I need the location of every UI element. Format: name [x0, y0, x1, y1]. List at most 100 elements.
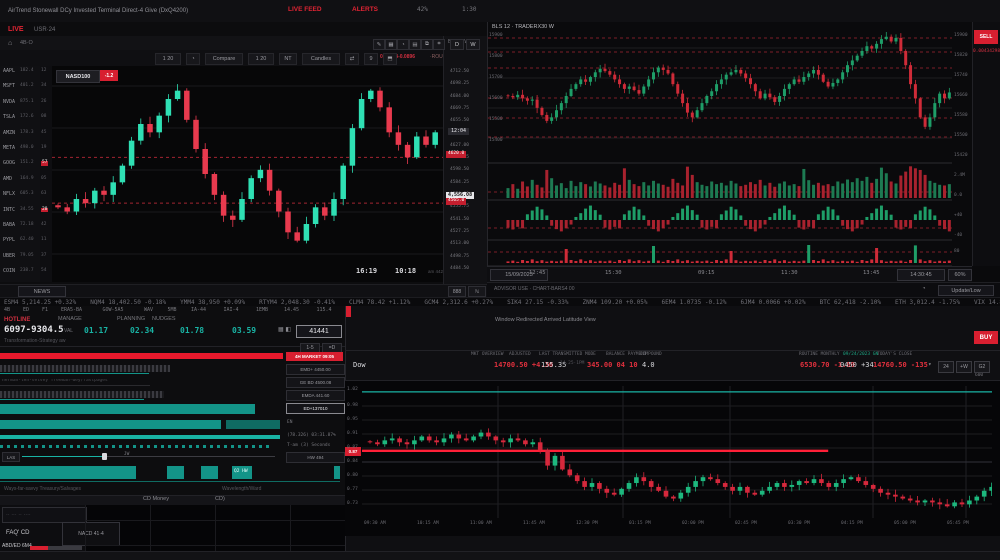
update-low-button[interactable]: Update/Low [938, 285, 994, 296]
bar-row-label-box[interactable]: GE BD 4500.08 [286, 377, 345, 388]
watchlist-symbol[interactable]: AAPL [3, 69, 15, 74]
watchlist-value: 605.3 [20, 192, 34, 197]
bl-toolbar-item-7[interactable]: IA-44 [191, 308, 206, 313]
corner-box-0[interactable]: 888 [448, 286, 466, 297]
dotted-bar [0, 445, 269, 448]
mini-scale-value: 19 [41, 146, 46, 151]
br-quote-value-5: 4.0 [642, 362, 655, 369]
watchlist-value: 498.0 [20, 146, 34, 151]
bl-toolbar-item-11[interactable]: 115.4 [317, 308, 332, 313]
chevron-down-icon[interactable]: ▾ [928, 362, 932, 368]
watchlist-symbol[interactable]: META [3, 146, 15, 151]
bl-input-field[interactable]: ·· ··· ·· ···· [2, 507, 87, 523]
bl-planning-label[interactable]: PLANNING [117, 317, 145, 323]
bl-toolbar-item-1[interactable]: ED [23, 308, 29, 313]
news-button[interactable]: NEWS [18, 286, 66, 297]
bl-manage-label[interactable]: MANAGE [58, 317, 82, 323]
segment-bar-0 [0, 466, 136, 479]
chart-tool-button-5[interactable]: Candles [302, 53, 340, 65]
watchlist-symbol[interactable]: UBER [3, 254, 15, 259]
watchlist-symbol[interactable]: PYPL [3, 238, 15, 243]
bl-nudges-label[interactable]: NUDGES [152, 317, 176, 323]
toolbar-icon-0[interactable]: ✎ [373, 39, 385, 50]
bl-th-1[interactable]: CD Money [143, 497, 169, 503]
toolbar-icon-3[interactable]: ▤ [409, 39, 421, 50]
bl-hotline-label[interactable]: HOTLINE [4, 317, 30, 323]
chart-tool-button-2[interactable]: Compare [205, 53, 243, 65]
watchlist-symbol[interactable]: COIN [3, 269, 15, 274]
menu-live-feed[interactable]: LIVE FEED [288, 7, 322, 14]
bar-row-label-box[interactable]: EMDA 441.60 [286, 390, 345, 401]
br-chart-canvas[interactable] [362, 386, 992, 518]
bl-toolbar-item-8[interactable]: IAI-4 [224, 308, 239, 313]
home-icon[interactable]: ⌂ [8, 40, 12, 47]
watchlist-symbol[interactable]: NVDA [3, 100, 15, 105]
br-icon-box-0[interactable]: 24 [938, 361, 954, 373]
segment-bar-4 [334, 466, 340, 479]
bl-toolbar-item-5[interactable]: WAV [144, 308, 153, 313]
watchlist-symbol[interactable]: TSLA [3, 115, 15, 120]
watchlist-symbol[interactable]: NFLX [3, 192, 15, 197]
mini-scale-value: 12 [41, 69, 46, 74]
sub-bar [0, 22, 487, 37]
mini-scale-value: 42 [41, 223, 46, 228]
br-x-label: 11:45 AM [523, 522, 545, 527]
bl-sub-box[interactable]: NACD 41·4 [62, 522, 120, 546]
bl-toolbar-item-9[interactable]: 1EMB [256, 308, 268, 313]
price-scale-value: 4655.50 [450, 119, 469, 124]
chart-tool-button-4[interactable]: NT [279, 53, 297, 65]
br-x-label: 09:30 AM [364, 522, 386, 527]
br-icon-box-1[interactable]: +W [956, 361, 972, 373]
toolbar-icon-2[interactable]: ◔ [397, 39, 409, 50]
time-box[interactable]: 14:30:45 [897, 269, 945, 281]
bl-quote-icons[interactable]: ▦ ◧ [278, 327, 291, 333]
bl-sub-box-label: NACD 41·4 [78, 531, 104, 537]
alert-bar [0, 353, 283, 359]
br-y-label: 0.84 [347, 460, 358, 465]
chart-tool-button-6[interactable]: ⇄ [345, 53, 359, 65]
bl-th-2[interactable]: CD) [215, 497, 225, 503]
bl-toolbar-item-4[interactable]: GOW-5A5 [103, 308, 124, 313]
toolbar-icon-1[interactable]: ▦ [385, 39, 397, 50]
buy-button[interactable]: BUY [974, 331, 998, 344]
chart-tool-button-8[interactable]: ⬒ [383, 53, 397, 65]
bl-toolbar-item-10[interactable]: 14.45 [284, 308, 299, 313]
bl-toolbar-item-3[interactable]: ERA5-BA [61, 308, 82, 313]
toolbar-icon-5[interactable]: ⌗ [433, 39, 445, 50]
mini-scale-value: 28 [41, 208, 48, 213]
br-quote-value-8: 14760.50 -135 [873, 362, 928, 369]
timeframe-button-D[interactable]: D [450, 39, 464, 50]
chart-tool-button-0[interactable]: 1 20 [155, 53, 181, 65]
br-icon-box-2[interactable]: G2 [974, 361, 990, 373]
corner-box-1[interactable]: ℕ [468, 286, 486, 297]
sell-button[interactable]: SELL [974, 30, 998, 44]
chart-tool-button-7[interactable]: 9 [364, 53, 378, 65]
watchlist-symbol[interactable]: MSFT [3, 84, 15, 89]
mini-scale-value: 26 [41, 100, 46, 105]
left-chart-canvas[interactable] [52, 66, 443, 282]
bar-row-label-box[interactable]: HW 494 [286, 452, 345, 463]
bl-toolbar-item-0[interactable]: 4B [4, 308, 10, 313]
timeframe-button-W[interactable]: W [466, 39, 480, 50]
watchlist-symbol[interactable]: GOOG [3, 161, 15, 166]
pct-box[interactable]: 60% [948, 269, 972, 281]
slider-handle[interactable] [102, 453, 107, 460]
bl-toolbar-item-6[interactable]: 5MB [168, 308, 177, 313]
bl-quote-box[interactable]: 41441 [296, 325, 342, 338]
watchlist-symbol[interactable]: AMD [3, 177, 12, 182]
chart-tool-button-3[interactable]: 1 20 [248, 53, 274, 65]
market-close-badge[interactable]: 4H MARKET 09:05 [286, 352, 343, 361]
refresh-icon[interactable]: ◔ [922, 286, 926, 292]
menu-alerts[interactable]: ALERTS [352, 7, 378, 14]
segment-bar-1 [167, 466, 184, 479]
bl-toolbar-item-2[interactable]: F1 [42, 308, 48, 313]
toolbar-icon-4[interactable]: ⧉ [421, 39, 433, 50]
bar-row-label-box[interactable]: ED+137010 [286, 403, 345, 414]
right-chart-canvas[interactable] [488, 32, 952, 266]
ticker-item: ESM4 5,214.25 +0.32% [4, 299, 76, 306]
watchlist-symbol[interactable]: BABA [3, 223, 15, 228]
watchlist-symbol[interactable]: AMZN [3, 131, 15, 136]
chart-tool-button-1[interactable]: ◔ [186, 53, 200, 65]
bar-row-label-box[interactable]: EMD+ 4450.00 [286, 364, 345, 375]
watchlist-symbol[interactable]: INTC [3, 208, 15, 213]
